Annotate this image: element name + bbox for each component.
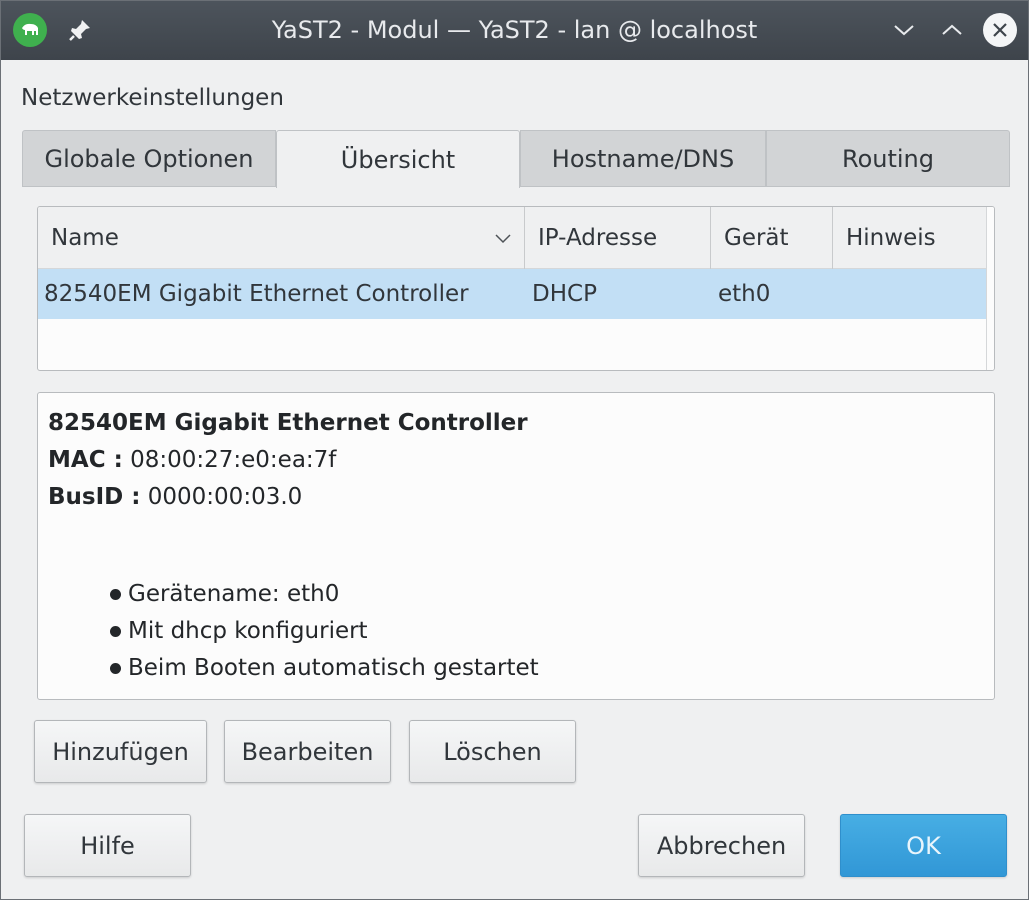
list-item: Mit dhcp konfiguriert bbox=[110, 613, 539, 650]
bullet-text: Gerätename: eth0 bbox=[128, 581, 340, 607]
help-button[interactable]: Hilfe bbox=[24, 814, 191, 877]
tab-routing[interactable]: Routing bbox=[766, 130, 1010, 187]
chevron-down-icon bbox=[894, 25, 914, 36]
bullet-text: Beim Booten automatisch gestartet bbox=[128, 655, 539, 681]
cancel-button[interactable]: Abbrechen bbox=[638, 814, 805, 877]
interfaces-table[interactable]: Name IP-Adresse Gerät Hinweis 82540EM Gi… bbox=[37, 206, 995, 371]
list-item: Gerätename: eth0 bbox=[110, 576, 539, 613]
table-scrollbar[interactable] bbox=[986, 207, 994, 370]
title-bar[interactable]: YaST2 - Modul — YaST2 - lan @ localhost bbox=[1, 1, 1028, 60]
tab-uebersicht[interactable]: Übersicht bbox=[276, 130, 520, 188]
busid-value: 0000:00:03.0 bbox=[147, 484, 303, 510]
column-header-device[interactable]: Gerät bbox=[711, 207, 833, 269]
cell-device: eth0 bbox=[718, 281, 771, 307]
cell-ip: DHCP bbox=[532, 281, 597, 307]
tab-bar: Globale Optionen Übersicht Hostname/DNS … bbox=[22, 130, 1010, 188]
details-bullet-list: Gerätename: eth0 Mit dhcp konfiguriert B… bbox=[110, 576, 539, 687]
minimize-button[interactable] bbox=[887, 13, 921, 47]
table-header: Name IP-Adresse Gerät Hinweis bbox=[38, 207, 988, 269]
details-busid: BusID : 0000:00:03.0 bbox=[48, 479, 984, 516]
mac-value: 08:00:27:e0:ea:7f bbox=[130, 447, 337, 473]
bullet-icon bbox=[110, 626, 121, 637]
details-title: 82540EM Gigabit Ethernet Controller bbox=[48, 410, 528, 436]
delete-button[interactable]: Löschen bbox=[409, 720, 576, 783]
column-header-name[interactable]: Name bbox=[38, 207, 525, 269]
details-mac: MAC : 08:00:27:e0:ea:7f bbox=[48, 442, 984, 479]
column-header-name-label: Name bbox=[51, 225, 119, 251]
add-button[interactable]: Hinzufügen bbox=[34, 720, 207, 783]
yast-lan-window: YaST2 - Modul — YaST2 - lan @ localhost … bbox=[0, 0, 1029, 900]
ok-button[interactable]: OK bbox=[840, 814, 1007, 877]
tab-globale-optionen[interactable]: Globale Optionen bbox=[22, 130, 276, 187]
mac-label: MAC : bbox=[48, 447, 123, 473]
bullet-icon bbox=[110, 589, 121, 600]
list-item: Beim Booten automatisch gestartet bbox=[110, 650, 539, 687]
sort-chevron-down-icon bbox=[495, 234, 511, 244]
close-button[interactable] bbox=[983, 13, 1017, 47]
close-icon bbox=[993, 23, 1007, 37]
chevron-up-icon bbox=[942, 24, 962, 35]
details-panel: 82540EM Gigabit Ethernet Controller MAC … bbox=[37, 392, 995, 700]
edit-button[interactable]: Bearbeiten bbox=[224, 720, 391, 783]
busid-label: BusID : bbox=[48, 484, 141, 510]
column-header-ip[interactable]: IP-Adresse bbox=[525, 207, 711, 269]
window-title: YaST2 - Modul — YaST2 - lan @ localhost bbox=[1, 1, 1028, 60]
cell-name: 82540EM Gigabit Ethernet Controller bbox=[44, 281, 469, 307]
table-row[interactable]: 82540EM Gigabit Ethernet Controller DHCP… bbox=[38, 269, 988, 319]
window-title-text: YaST2 - Modul — YaST2 - lan @ localhost bbox=[271, 16, 758, 44]
bullet-icon bbox=[110, 663, 121, 674]
column-header-note[interactable]: Hinweis bbox=[833, 207, 988, 269]
section-label: Netzwerkeinstellungen bbox=[21, 85, 284, 111]
tab-hostname-dns[interactable]: Hostname/DNS bbox=[520, 130, 766, 187]
bullet-text: Mit dhcp konfiguriert bbox=[128, 618, 368, 644]
maximize-button[interactable] bbox=[935, 13, 969, 47]
